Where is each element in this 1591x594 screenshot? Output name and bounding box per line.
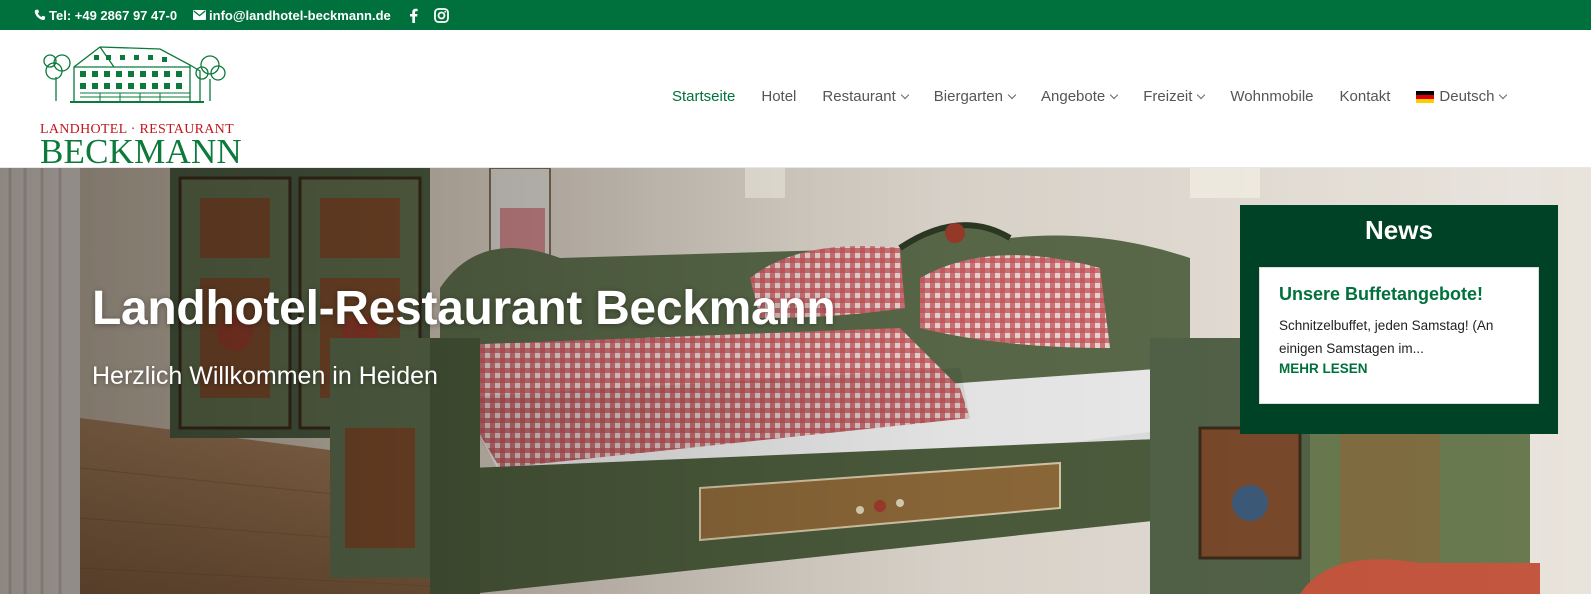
hotel-building-illustration [43,46,226,103]
language-switcher[interactable]: Deutsch [1416,88,1508,105]
phone-text: Tel: +49 2867 97 47-0 [49,7,178,23]
top-bar: Tel: +49 2867 97 47-0 info@landhotel-bec… [0,0,1591,30]
nav-label: Kontakt [1339,88,1391,105]
email-link[interactable]: info@landhotel-beckmann.de [193,8,391,23]
chevron-down-icon [1109,90,1119,99]
instagram-icon[interactable] [433,7,449,23]
nav-hotel[interactable]: Hotel [761,88,796,105]
language-label: Deutsch [1439,88,1495,105]
nav-freizeit[interactable]: Freizeit [1143,88,1206,105]
news-widget: News Unsere Buffetangebote! Schnitzelbuf… [1240,205,1558,434]
nav-label: Restaurant [822,88,896,105]
news-post-excerpt: Schnitzelbuffet, jeden Samstag! (An eini… [1279,318,1494,356]
site-header: LANDHOTEL · RESTAURANT BECKMANN Startsei… [0,30,1591,171]
hero-subtitle: Herzlich Willkommen in Heiden [92,362,438,390]
hero-title: Landhotel-Restaurant Beckmann [92,282,836,335]
nav-label: Hotel [761,88,797,105]
nav-label: Freizeit [1143,88,1193,105]
phone-icon [34,9,46,21]
envelope-icon [193,10,207,20]
news-post-card: Unsere Buffetangebote! Schnitzelbuffet, … [1259,267,1539,404]
chevron-down-icon [1197,90,1206,99]
chevron-down-icon [1499,90,1508,99]
hero-section: Landhotel-Restaurant Beckmann Herzlich W… [0,168,1591,594]
nav-label: Startseite [672,88,736,105]
nav-label: Biergarten [933,88,1003,105]
facebook-icon[interactable] [409,8,418,23]
social-links [409,7,465,23]
news-post-title[interactable]: Unsere Buffetangebote! [1279,284,1519,305]
logo-name: BECKMANN [40,132,242,171]
nav-angebote[interactable]: Angebote [1041,88,1119,105]
nav-biergarten[interactable]: Biergarten [933,88,1017,105]
de-flag-icon [1416,90,1435,103]
email-text: info@landhotel-beckmann.de [209,7,391,23]
main-navigation: Startseite Hotel Restaurant Biergarten A… [672,88,1532,105]
news-title: News [1365,215,1433,245]
nav-startseite[interactable]: Startseite [672,88,735,105]
nav-label: Wohnmobile [1230,88,1314,105]
nav-kontakt[interactable]: Kontakt [1340,88,1391,105]
read-more-link[interactable]: MEHR LESEN [1279,361,1368,376]
nav-label: Angebote [1041,88,1106,105]
phone-link[interactable]: Tel: +49 2867 97 47-0 [34,8,177,23]
nav-wohnmobile[interactable]: Wohnmobile [1230,88,1313,105]
chevron-down-icon [1007,90,1017,99]
chevron-down-icon [900,90,910,99]
site-logo[interactable]: LANDHOTEL · RESTAURANT BECKMANN [40,43,242,171]
nav-restaurant[interactable]: Restaurant [822,88,910,105]
